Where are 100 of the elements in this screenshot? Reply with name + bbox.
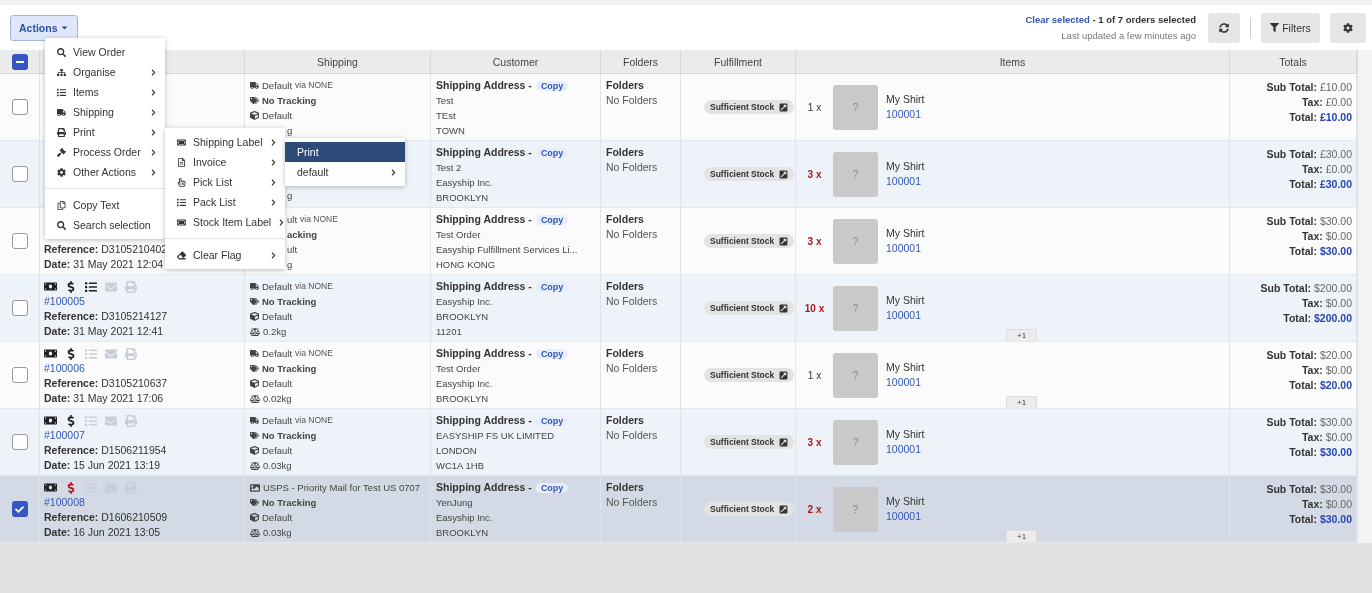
column-header: Fulfillment xyxy=(681,50,796,74)
order-number[interactable]: #100008 xyxy=(44,495,85,510)
package-type: Default xyxy=(250,376,293,391)
chevron-right-icon xyxy=(150,128,157,136)
item-sku-link[interactable]: 100001 xyxy=(886,375,922,390)
more-items-button[interactable]: +1 xyxy=(1006,396,1038,408)
menu-item[interactable]: Search selection xyxy=(45,215,165,235)
address-line: EASYSHIP FS UK LIMITED xyxy=(436,429,555,443)
clear-selected-link[interactable]: Clear selected xyxy=(1025,14,1090,25)
menu-item[interactable]: Items xyxy=(45,82,165,102)
order-number[interactable]: #100007 xyxy=(44,428,85,443)
truck-icon xyxy=(250,81,259,90)
stock-badge: Sufficient Stock xyxy=(704,435,795,449)
copy-button[interactable]: Copy xyxy=(535,147,569,158)
actions-button[interactable]: Actions xyxy=(10,14,78,41)
copy-button[interactable]: Copy xyxy=(535,482,569,493)
missing-image-mark: ? xyxy=(852,436,859,448)
address-line: Test Order xyxy=(436,362,481,376)
item-sku-link[interactable]: 100001 xyxy=(886,241,922,256)
missing-image-mark: ? xyxy=(852,101,859,113)
row-checkbox[interactable] xyxy=(11,166,28,182)
menu-item[interactable]: Other Actions xyxy=(45,162,165,182)
menu-item[interactable]: Shipping xyxy=(45,102,165,122)
menu-item[interactable]: Organise xyxy=(45,62,165,82)
shipping-detail: g xyxy=(287,124,293,138)
cash-icon xyxy=(44,481,57,494)
menu-item[interactable]: Copy Text xyxy=(45,195,165,215)
document-icon xyxy=(177,157,186,167)
box-icon xyxy=(250,446,259,455)
more-items-button[interactable]: +1 xyxy=(1006,530,1038,542)
folders-value: No Folders xyxy=(606,361,658,376)
last-updated: Last updated a few minutes ago xyxy=(1061,30,1196,41)
copy-button[interactable]: Copy xyxy=(535,214,569,225)
order-date: Date: 31 May 2021 12:04 xyxy=(44,257,164,272)
stock-badge: Sufficient Stock xyxy=(704,234,795,248)
refresh-button[interactable] xyxy=(1208,12,1240,43)
search-icon xyxy=(57,220,66,230)
total-line: Tax: $0.00 xyxy=(1301,229,1352,244)
menu-item[interactable]: default xyxy=(285,162,405,182)
tracking-status: No Tracking xyxy=(250,294,317,309)
menu-item[interactable]: Pack List xyxy=(165,192,285,212)
address-line: Test xyxy=(436,94,454,108)
missing-image-mark: ? xyxy=(852,369,859,381)
settings-button[interactable] xyxy=(1330,12,1366,43)
row-checkbox[interactable] xyxy=(11,367,28,383)
missing-image-mark: ? xyxy=(852,168,859,180)
menu-item[interactable]: Process Order xyxy=(45,142,165,162)
scrollbar[interactable] xyxy=(1357,50,1372,543)
select-all-checkbox[interactable] xyxy=(11,53,28,70)
chevron-right-icon xyxy=(270,251,277,259)
address-line: BROOKLYN xyxy=(436,191,489,205)
scale-icon xyxy=(250,326,260,337)
address-line: Test 2 xyxy=(436,161,462,175)
address-line: Easyship Fulfillment Services Li... xyxy=(436,243,578,257)
more-items-button[interactable]: +1 xyxy=(1006,329,1038,341)
total-line: Total: $30.00 xyxy=(1288,512,1352,527)
menu-item[interactable]: Invoice xyxy=(165,152,285,172)
row-checkbox[interactable] xyxy=(11,434,28,450)
address-line: WC1A 1HB xyxy=(436,459,485,473)
copy-button[interactable]: Copy xyxy=(535,415,569,426)
order-number[interactable]: #100006 xyxy=(44,361,85,376)
folders-heading: Folders xyxy=(606,279,644,294)
total-line: Total: $30.00 xyxy=(1288,445,1352,460)
row-checkbox[interactable] xyxy=(11,501,28,517)
menu-item[interactable]: Shipping Label xyxy=(165,132,285,152)
copy-button[interactable]: Copy xyxy=(535,281,569,292)
total-line: Sub Total: $200.00 xyxy=(1259,281,1352,296)
copy-button[interactable]: Copy xyxy=(535,348,569,359)
item-sku-link[interactable]: 100001 xyxy=(886,308,922,323)
item-quantity: 3 x xyxy=(806,235,823,247)
menu-item[interactable]: Stock Item Label xyxy=(165,212,285,232)
total-line: Total: $30.00 xyxy=(1288,244,1352,259)
item-sku-link[interactable]: 100001 xyxy=(886,509,922,524)
tracking-status: No Tracking xyxy=(250,361,317,376)
order-number[interactable]: #100005 xyxy=(44,294,85,309)
item-quantity: 1 x xyxy=(806,369,823,381)
item-sku-link[interactable]: 100001 xyxy=(886,107,922,122)
cash-icon xyxy=(44,414,57,427)
address-heading: Shipping Address - xyxy=(436,413,532,428)
folders-value: No Folders xyxy=(606,495,658,510)
menu-item[interactable]: Print xyxy=(45,122,165,142)
row-checkbox[interactable] xyxy=(11,99,28,115)
hand-pointer-icon xyxy=(177,177,186,187)
shipping-detail: ult xyxy=(287,243,298,257)
item-sku-link[interactable]: 100001 xyxy=(886,174,922,189)
row-checkbox[interactable] xyxy=(11,300,28,316)
menu-item[interactable]: Clear Flag xyxy=(165,245,285,265)
filters-button[interactable]: Filters xyxy=(1261,12,1320,43)
copy-button[interactable]: Copy xyxy=(535,80,569,91)
item-sku-link[interactable]: 100001 xyxy=(886,442,922,457)
menu-item[interactable]: Pick List xyxy=(165,172,285,192)
tags-icon xyxy=(250,364,259,373)
total-line: Tax: $0.00 xyxy=(1301,296,1352,311)
folders-heading: Folders xyxy=(606,78,644,93)
chevron-right-icon xyxy=(270,198,277,206)
row-checkbox[interactable] xyxy=(11,233,28,249)
menu-item[interactable]: View Order xyxy=(45,42,165,62)
order-reference: Reference: D3105210637 xyxy=(44,376,168,391)
menu-item[interactable]: Print xyxy=(285,142,405,162)
address-line: TOWN xyxy=(436,124,465,138)
